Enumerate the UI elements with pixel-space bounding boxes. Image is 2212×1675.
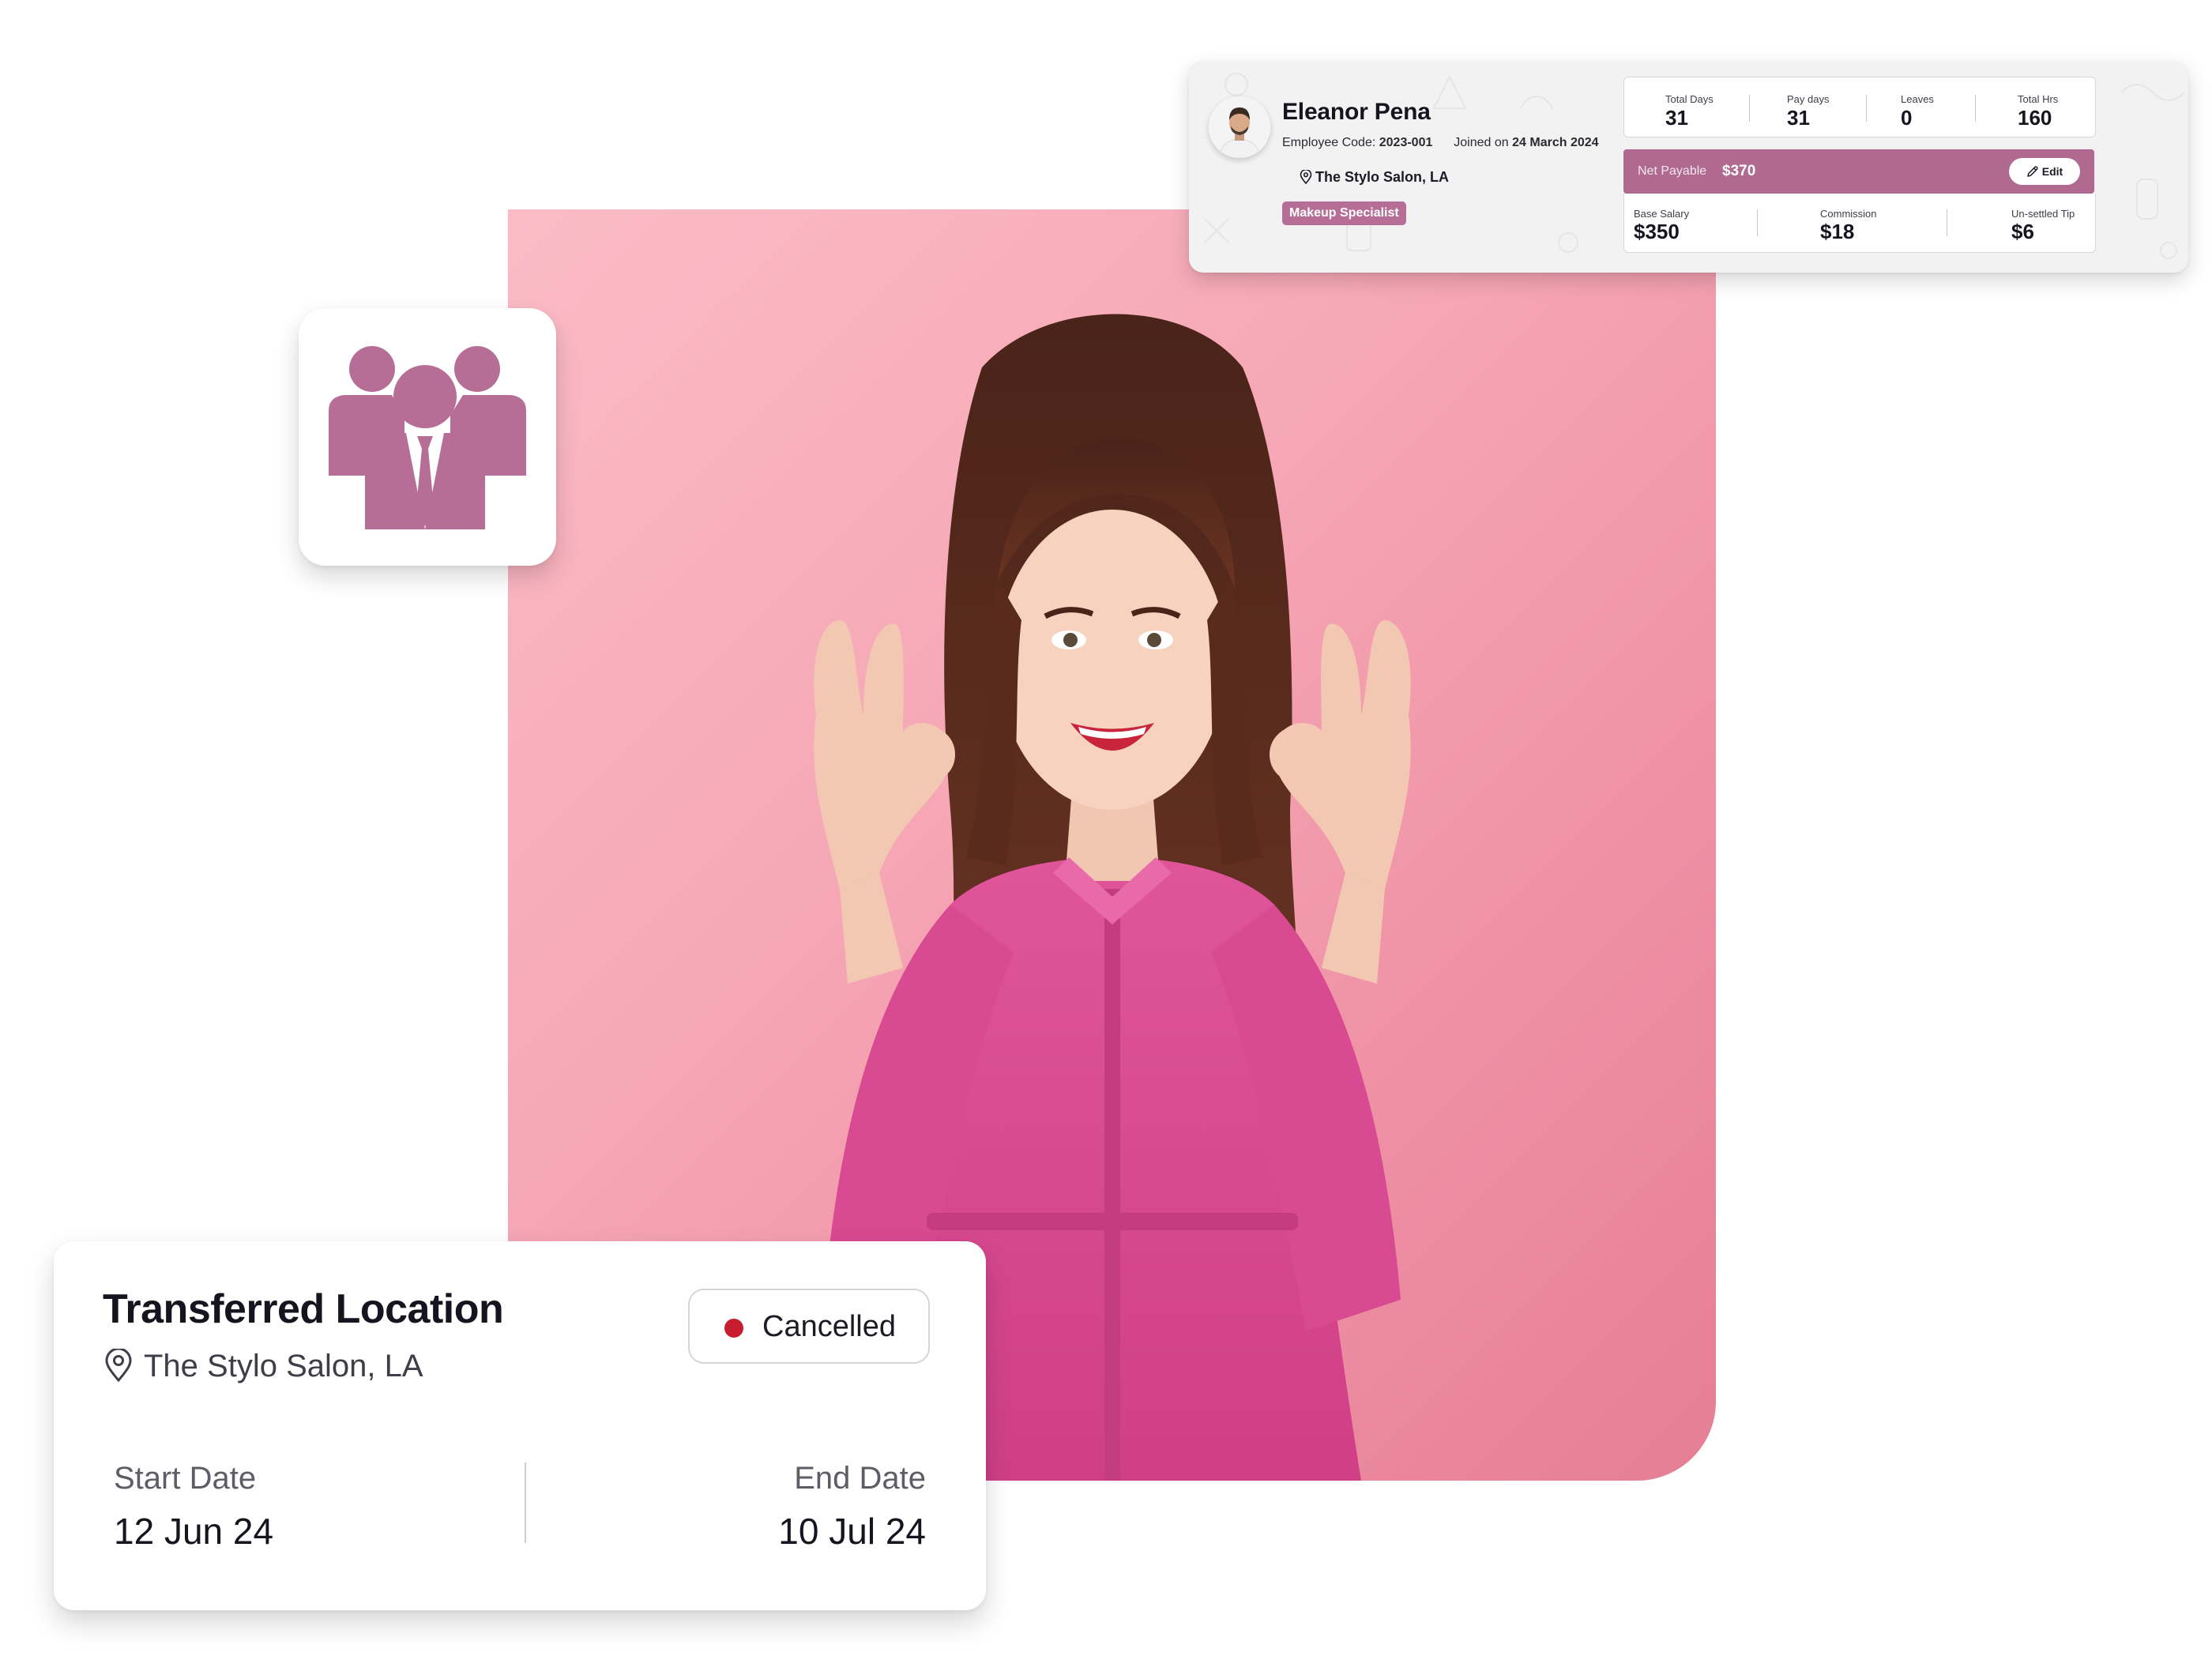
- edit-label: Edit: [2041, 165, 2063, 178]
- start-date-label: Start Date: [114, 1461, 257, 1496]
- avatar: [1209, 96, 1270, 158]
- net-payable-value: $370: [1722, 163, 1756, 179]
- status-badge: Cancelled: [688, 1289, 930, 1364]
- edit-button[interactable]: Edit: [2009, 158, 2080, 185]
- pay-value: $350: [1634, 220, 1680, 243]
- status-dot-icon: [724, 1319, 743, 1338]
- pay-value: $6: [2011, 220, 2034, 243]
- stat-value: 31: [1665, 106, 1688, 130]
- transfer-title: Transferred Location: [103, 1286, 504, 1332]
- pay-label: Base Salary: [1634, 208, 1690, 220]
- stat-label: Total Days: [1665, 93, 1714, 105]
- stat-value: 31: [1787, 106, 1810, 130]
- end-date-value: 10 Jul 24: [778, 1511, 926, 1552]
- net-payable-bar: Net Payable $370 Edit: [1623, 149, 2094, 194]
- pay-label: Un-settled Tip: [2011, 208, 2075, 220]
- divider: [1749, 95, 1750, 122]
- stat-label: Leaves: [1901, 93, 1934, 105]
- role-badge: Makeup Specialist: [1282, 201, 1406, 225]
- end-date-label: End Date: [794, 1461, 926, 1496]
- start-date-value: 12 Jun 24: [114, 1511, 274, 1552]
- employee-location-text: The Stylo Salon, LA: [1315, 169, 1450, 185]
- employee-card: Eleanor Pena Employee Code: 2023-001 Joi…: [1189, 61, 2188, 273]
- employee-meta: Employee Code: 2023-001 Joined on 24 Mar…: [1282, 136, 1599, 150]
- employee-code: 2023-001: [1379, 136, 1433, 149]
- employee-location: The Stylo Salon, LA: [1300, 168, 1450, 186]
- net-payable-label: Net Payable: [1638, 164, 1707, 178]
- divider: [525, 1462, 526, 1543]
- team-icon: [329, 346, 526, 529]
- employee-name: Eleanor Pena: [1282, 99, 1431, 125]
- location-pin-icon: [105, 1347, 132, 1383]
- stat-label: Pay days: [1787, 93, 1830, 105]
- transfer-card: Transferred Location The Stylo Salon, LA…: [54, 1241, 986, 1610]
- pay-value: $18: [1820, 220, 1855, 243]
- location-pin-icon: [1300, 168, 1312, 185]
- status-text: Cancelled: [762, 1310, 896, 1343]
- pay-label: Commission: [1820, 208, 1877, 220]
- joined-date: 24 March 2024: [1512, 136, 1599, 149]
- stat-value: 0: [1901, 106, 1913, 130]
- joined-label: Joined on: [1454, 136, 1509, 149]
- divider: [1975, 95, 1976, 122]
- transfer-location-text: The Stylo Salon, LA: [144, 1349, 423, 1383]
- employee-code-label: Employee Code:: [1282, 136, 1376, 149]
- transfer-location: The Stylo Salon, LA: [104, 1347, 423, 1384]
- stat-label: Total Hrs: [2018, 93, 2059, 105]
- pencil-icon: [2027, 166, 2038, 177]
- stat-value: 160: [2018, 106, 2052, 130]
- team-tile: [299, 308, 556, 566]
- divider: [1757, 209, 1758, 236]
- pay-breakdown: Base Salary $350 Commission $18 Un-settl…: [1623, 194, 2096, 253]
- divider: [1866, 95, 1867, 122]
- attendance-stats: Total Days 31 Pay days 31 Leaves 0 Total…: [1623, 77, 2096, 137]
